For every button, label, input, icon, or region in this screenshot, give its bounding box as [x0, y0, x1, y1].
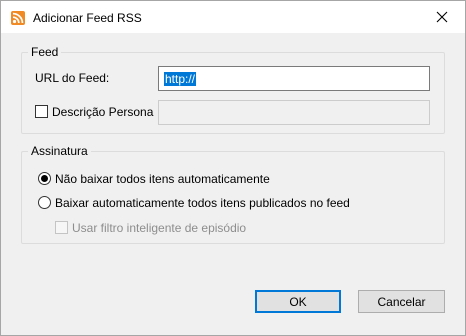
no-auto-download-radio[interactable] — [38, 172, 51, 185]
custom-description-input — [158, 100, 430, 125]
window-title: Adicionar Feed RSS — [33, 11, 142, 25]
feed-url-input[interactable]: http:// — [158, 66, 430, 91]
radio-selected-dot — [41, 175, 48, 182]
auto-download-all-radio[interactable] — [38, 196, 51, 209]
rss-icon — [11, 11, 25, 25]
smart-filter-label: Usar filtro inteligente de episódio — [72, 221, 247, 235]
feed-group-title: Feed — [28, 45, 62, 59]
close-button[interactable] — [419, 1, 465, 33]
custom-description-checkbox[interactable] — [35, 105, 48, 118]
feed-url-value: http:// — [164, 71, 197, 86]
custom-description-label[interactable]: Descrição Persona — [52, 105, 153, 119]
no-auto-download-label[interactable]: Não baixar todos itens automaticamente — [55, 172, 270, 186]
smart-filter-checkbox — [55, 221, 68, 234]
subscription-group-title: Assinatura — [28, 144, 91, 158]
ok-button[interactable]: OK — [255, 290, 341, 313]
auto-download-all-label[interactable]: Baixar automaticamente todos itens publi… — [55, 196, 350, 210]
feed-url-label: URL do Feed: — [35, 71, 110, 85]
cancel-button[interactable]: Cancelar — [358, 290, 445, 313]
add-rss-feed-dialog: Adicionar Feed RSS Feed URL do Feed: htt… — [0, 0, 466, 336]
close-icon — [436, 11, 448, 23]
title-bar[interactable]: Adicionar Feed RSS — [1, 1, 465, 33]
